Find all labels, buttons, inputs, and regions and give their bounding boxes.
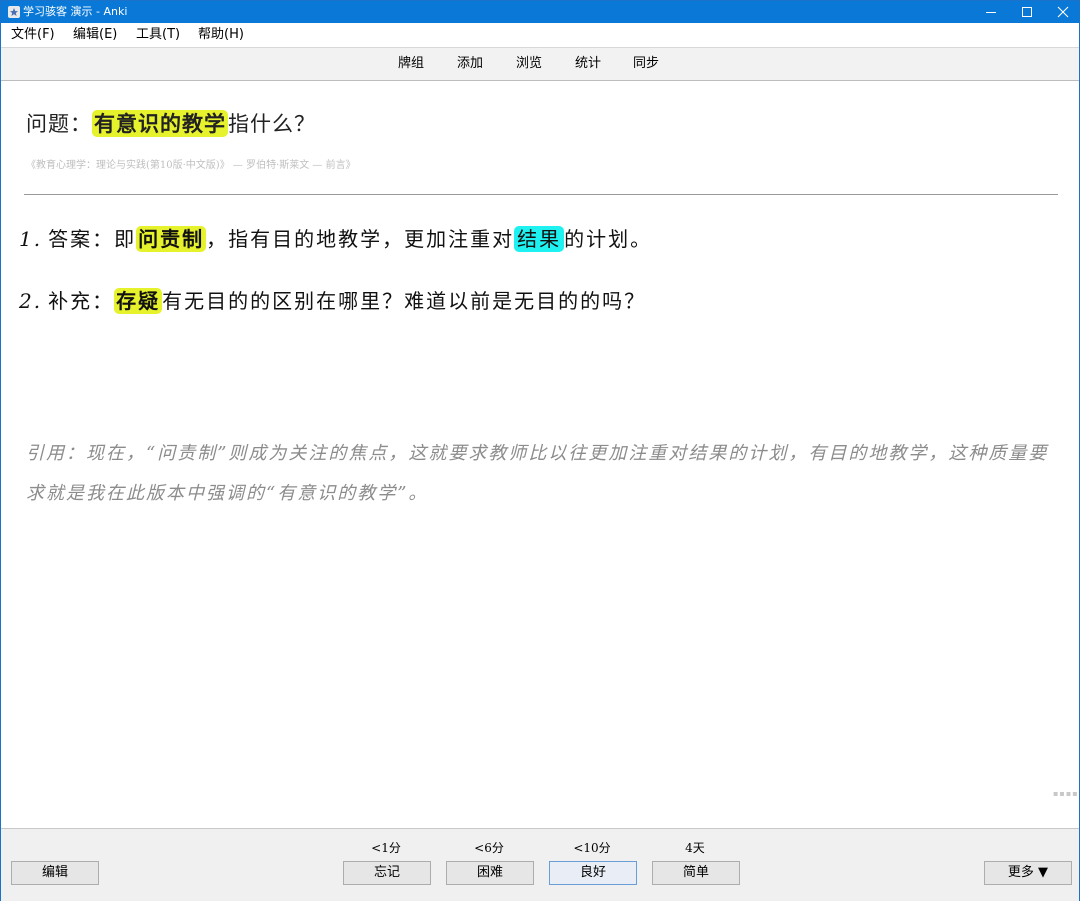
answer-divider — [24, 194, 1058, 195]
toolbar-browse[interactable]: 浏览 — [516, 56, 542, 72]
maximize-button[interactable] — [1009, 1, 1045, 23]
more-button[interactable]: 更多 ▼ — [984, 861, 1072, 885]
answer-2-text-a: 补充： — [48, 289, 115, 313]
answer-1-highlight-1: 问责制 — [136, 226, 207, 252]
close-button[interactable] — [1045, 1, 1080, 23]
card-question: 问题：有意识的教学指什么？ — [26, 110, 316, 137]
toolbar-add[interactable]: 添加 — [457, 56, 483, 72]
resize-grip-icon[interactable]: ▪▪▪▪ — [1053, 789, 1079, 798]
toolbar-stats[interactable]: 统计 — [575, 56, 601, 72]
again-button[interactable]: 忘记 — [343, 861, 431, 885]
answer-1-highlight-2: 结果 — [514, 226, 565, 252]
question-prefix: 问题： — [26, 112, 92, 136]
menu-file[interactable]: 文件(F) — [11, 27, 55, 43]
interval-hard: <6分 — [474, 841, 504, 855]
anki-window: 学习骇客 演示 - Anki 文件(F) 编辑(E) 工具(T) 帮助(H) 牌… — [0, 0, 1080, 901]
toolbar-sync[interactable]: 同步 — [633, 56, 659, 72]
main-toolbar: 牌组 添加 浏览 统计 同步 — [1, 48, 1079, 81]
answer-bar: 编辑 <1分 <6分 <10分 4天 忘记 困难 良好 简单 更多 ▼ — [1, 828, 1079, 901]
answer-line-1: 1. 答案：即 问责制 ，指有目的地教学，更加注重对 结果 的计划。 — [19, 226, 652, 252]
interval-good: <10分 — [573, 841, 611, 855]
menu-help[interactable]: 帮助(H) — [198, 27, 244, 43]
menu-bar: 文件(F) 编辑(E) 工具(T) 帮助(H) — [1, 23, 1079, 48]
answer-1-text-a: 答案：即 — [48, 227, 137, 251]
question-highlight: 有意识的教学 — [92, 110, 228, 137]
minimize-button[interactable] — [973, 1, 1009, 23]
answer-line-2: 2. 补充： 存疑 有无目的的区别在哪里？难道以前是无目的的吗？ — [19, 288, 646, 314]
title-bar: 学习骇客 演示 - Anki — [1, 1, 1079, 23]
maximize-icon — [1022, 7, 1032, 17]
card-quote: 引用：现在，“问责制”则成为关注的焦点，这就要求教师比以往更加注重对结果的计划，… — [26, 443, 1049, 504]
menu-edit[interactable]: 编辑(E) — [73, 27, 117, 43]
answer-2-highlight: 存疑 — [114, 288, 163, 314]
question-suffix: 指什么？ — [228, 112, 316, 136]
answer-1-number: 1. — [19, 227, 43, 251]
answer-2-text-b: 有无目的的区别在哪里？难道以前是无目的的吗？ — [162, 289, 647, 313]
menu-tools[interactable]: 工具(T) — [136, 27, 180, 43]
close-icon — [1057, 6, 1069, 18]
card-view: 问题：有意识的教学指什么？ 《教育心理学：理论与实践(第10版·中文版)》 — … — [1, 81, 1079, 827]
card-source: 《教育心理学：理论与实践(第10版·中文版)》 — 罗伯特·斯莱文 — 前言》 — [26, 160, 356, 171]
edit-button[interactable]: 编辑 — [11, 861, 99, 885]
window-title: 学习骇客 演示 - Anki — [23, 5, 128, 18]
minimize-icon — [986, 12, 996, 13]
good-button[interactable]: 良好 — [549, 861, 637, 885]
easy-button[interactable]: 简单 — [652, 861, 740, 885]
answer-1-text-b: ，指有目的地教学，更加注重对 — [206, 227, 515, 251]
interval-again: <1分 — [371, 841, 401, 855]
anki-app-icon — [8, 6, 20, 18]
hard-button[interactable]: 困难 — [446, 861, 534, 885]
interval-easy: 4天 — [685, 841, 705, 855]
answer-2-number: 2. — [19, 289, 43, 313]
answer-1-text-c: 的计划。 — [564, 227, 653, 251]
toolbar-decks[interactable]: 牌组 — [398, 56, 424, 72]
